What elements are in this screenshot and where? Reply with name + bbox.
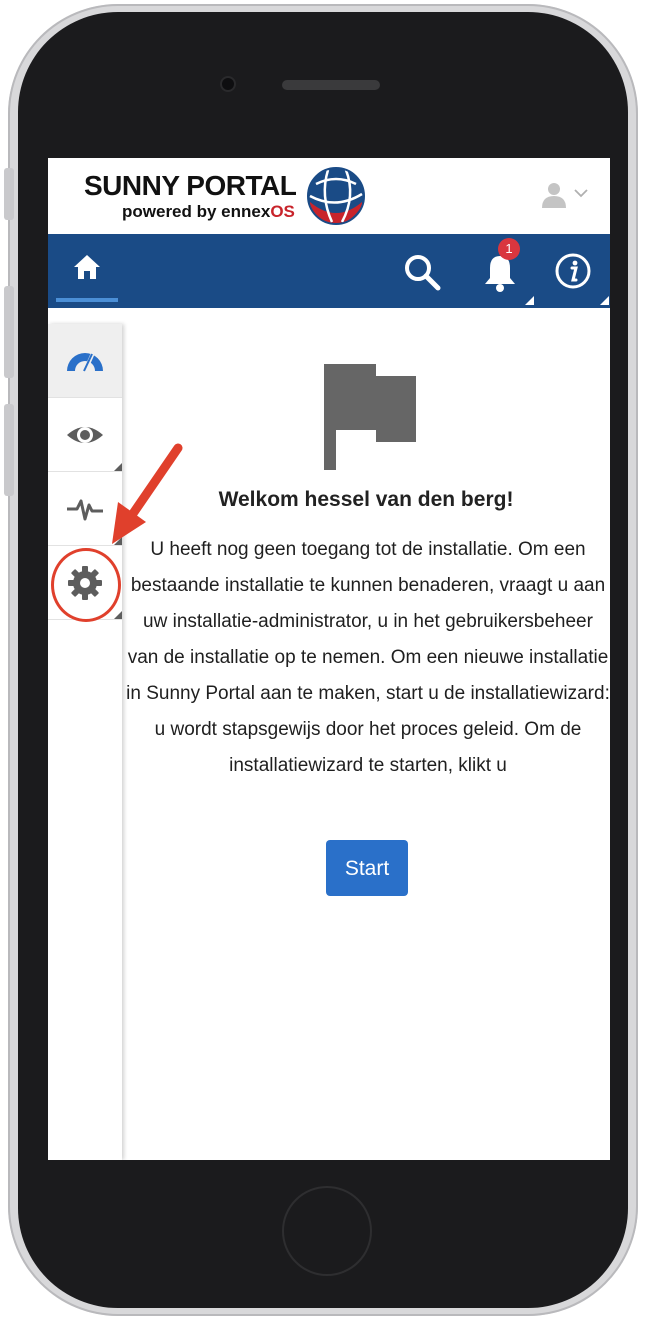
logo-subtitle: powered by ennexOS [122,202,295,221]
bell-menu-indicator [525,296,534,305]
chevron-down-icon[interactable] [574,188,588,198]
app-screen: SUNNY PORTAL powered by ennexOS 1 Welkom… [48,158,610,1160]
eye-icon [67,427,103,443]
info-icon[interactable] [554,252,592,290]
main-navbar: 1 [48,234,610,308]
submenu-indicator [114,611,122,619]
red-arrow-annotation [112,443,183,544]
sidebar-item-dashboard[interactable] [48,324,122,398]
notification-badge: 1 [498,238,520,260]
main-content: Welkom hessel van den berg! U heeft nog … [122,308,610,1160]
phone-mute-switch [4,168,14,220]
app-header: SUNNY PORTAL powered by ennexOS [48,158,610,234]
no-access-message: U heeft nog geen toegang tot de installa… [126,539,610,776]
flag-icon [324,364,416,470]
ennexos-globe-icon [307,167,365,225]
info-menu-indicator [600,296,609,305]
phone-volume-down [4,404,14,496]
start-wizard-button[interactable]: Start [326,840,408,896]
highlight-circle [51,548,121,622]
phone-camera [222,78,234,90]
welcome-heading: Welkom hessel van den berg! [218,488,514,511]
search-icon[interactable] [402,252,442,292]
phone-home-button[interactable] [282,1186,372,1276]
phone-volume-up [4,286,14,378]
active-tab-indicator [56,298,118,302]
phone-speaker [282,80,380,90]
pulse-icon [67,499,103,521]
home-icon[interactable] [56,234,118,308]
user-icon[interactable] [542,182,566,208]
logo-title: SUNNY PORTAL [84,170,297,201]
gauge-icon [67,352,103,372]
